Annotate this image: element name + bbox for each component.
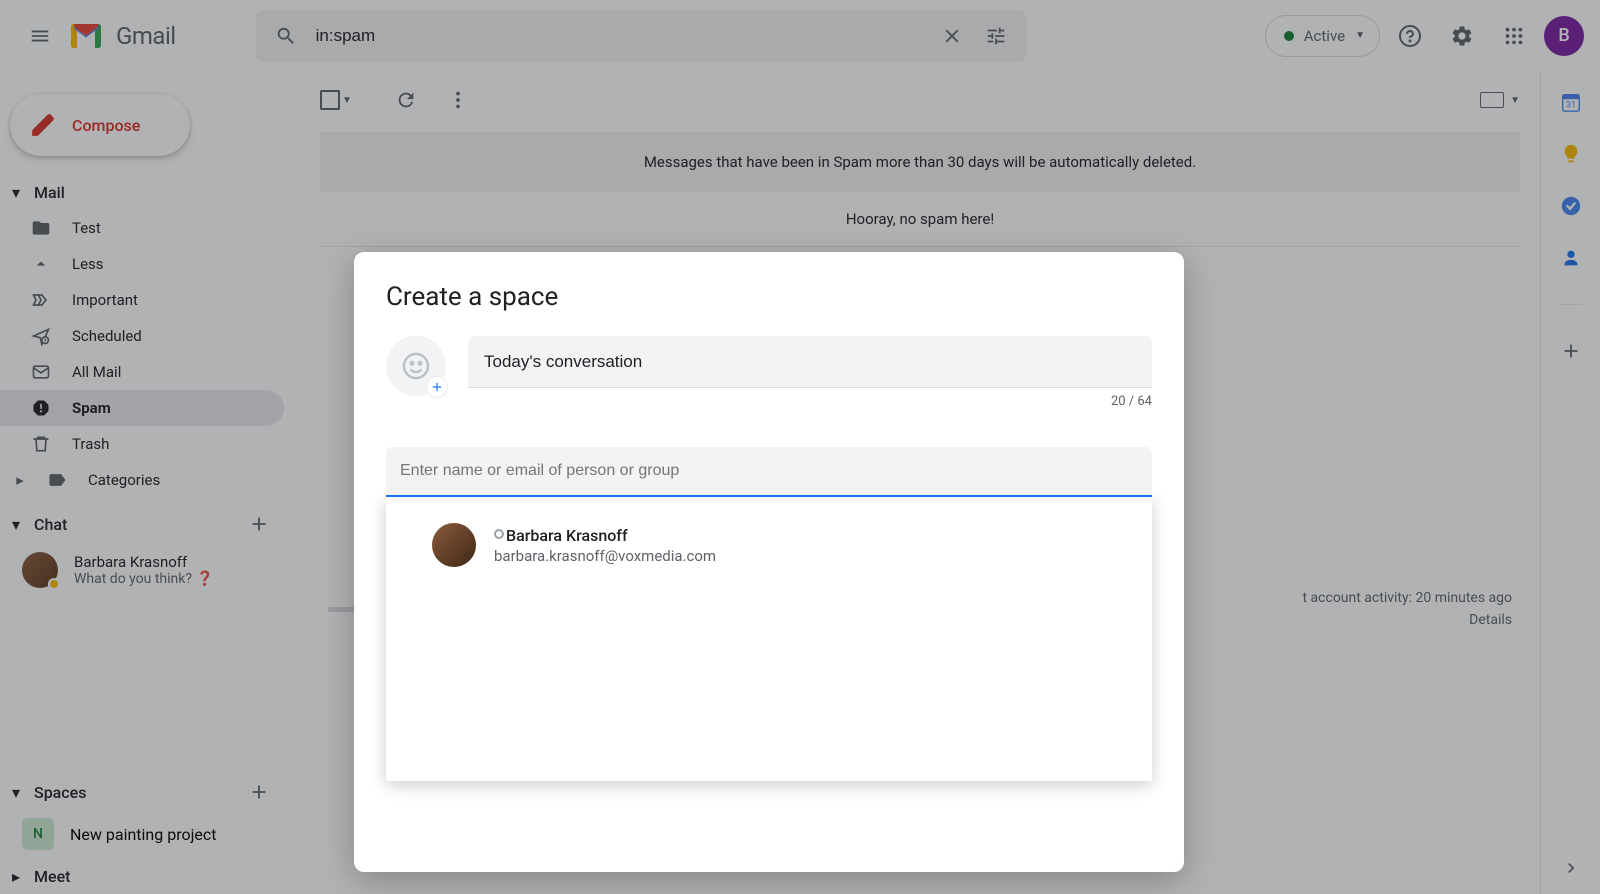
- emoji-picker-button[interactable]: [386, 336, 446, 396]
- space-name-input[interactable]: [468, 336, 1152, 388]
- modal-title: Create a space: [386, 282, 1152, 312]
- suggestion-avatar: [432, 523, 476, 567]
- emoji-icon: [400, 350, 432, 382]
- suggestion-dropdown: Barbara Krasnoff barbara.krasnoff@voxmed…: [386, 497, 1152, 781]
- suggestion-name: Barbara Krasnoff: [506, 526, 628, 545]
- presence-ring-icon: [494, 529, 504, 539]
- char-counter: 20 / 64: [468, 394, 1152, 409]
- suggestion-email: barbara.krasnoff@voxmedia.com: [494, 547, 716, 565]
- suggestion-item[interactable]: Barbara Krasnoff barbara.krasnoff@voxmed…: [386, 509, 1152, 581]
- create-space-modal: Create a space 20 / 64: [354, 252, 1184, 872]
- add-emoji-badge: [426, 376, 448, 398]
- plus-icon: [430, 380, 444, 394]
- people-input[interactable]: [386, 447, 1152, 497]
